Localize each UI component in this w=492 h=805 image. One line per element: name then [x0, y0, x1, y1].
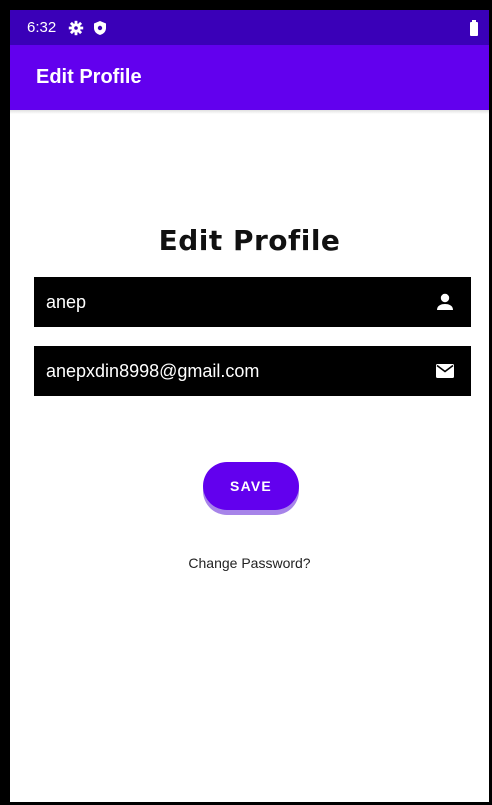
shield-icon [92, 20, 108, 36]
status-bar: 6:32 [10, 10, 489, 45]
battery-icon [469, 20, 479, 36]
gear-icon [68, 20, 84, 36]
app-bar: Edit Profile [10, 45, 489, 110]
change-password-link[interactable]: Change Password? [10, 554, 489, 572]
app-bar-title: Edit Profile [36, 66, 142, 88]
status-time: 6:32 [27, 19, 57, 36]
name-input[interactable] [34, 277, 414, 327]
save-button[interactable]: SAVE [203, 462, 299, 510]
person-icon [435, 292, 455, 312]
page-title: Edit Profile [158, 224, 341, 257]
email-input[interactable] [34, 346, 414, 396]
name-field [34, 277, 471, 327]
mail-icon [435, 361, 455, 381]
email-field [34, 346, 471, 396]
app-screen: 6:32 Edit Profile Edit Profile anep anep… [10, 10, 489, 802]
app-bar-shadow [10, 110, 489, 114]
